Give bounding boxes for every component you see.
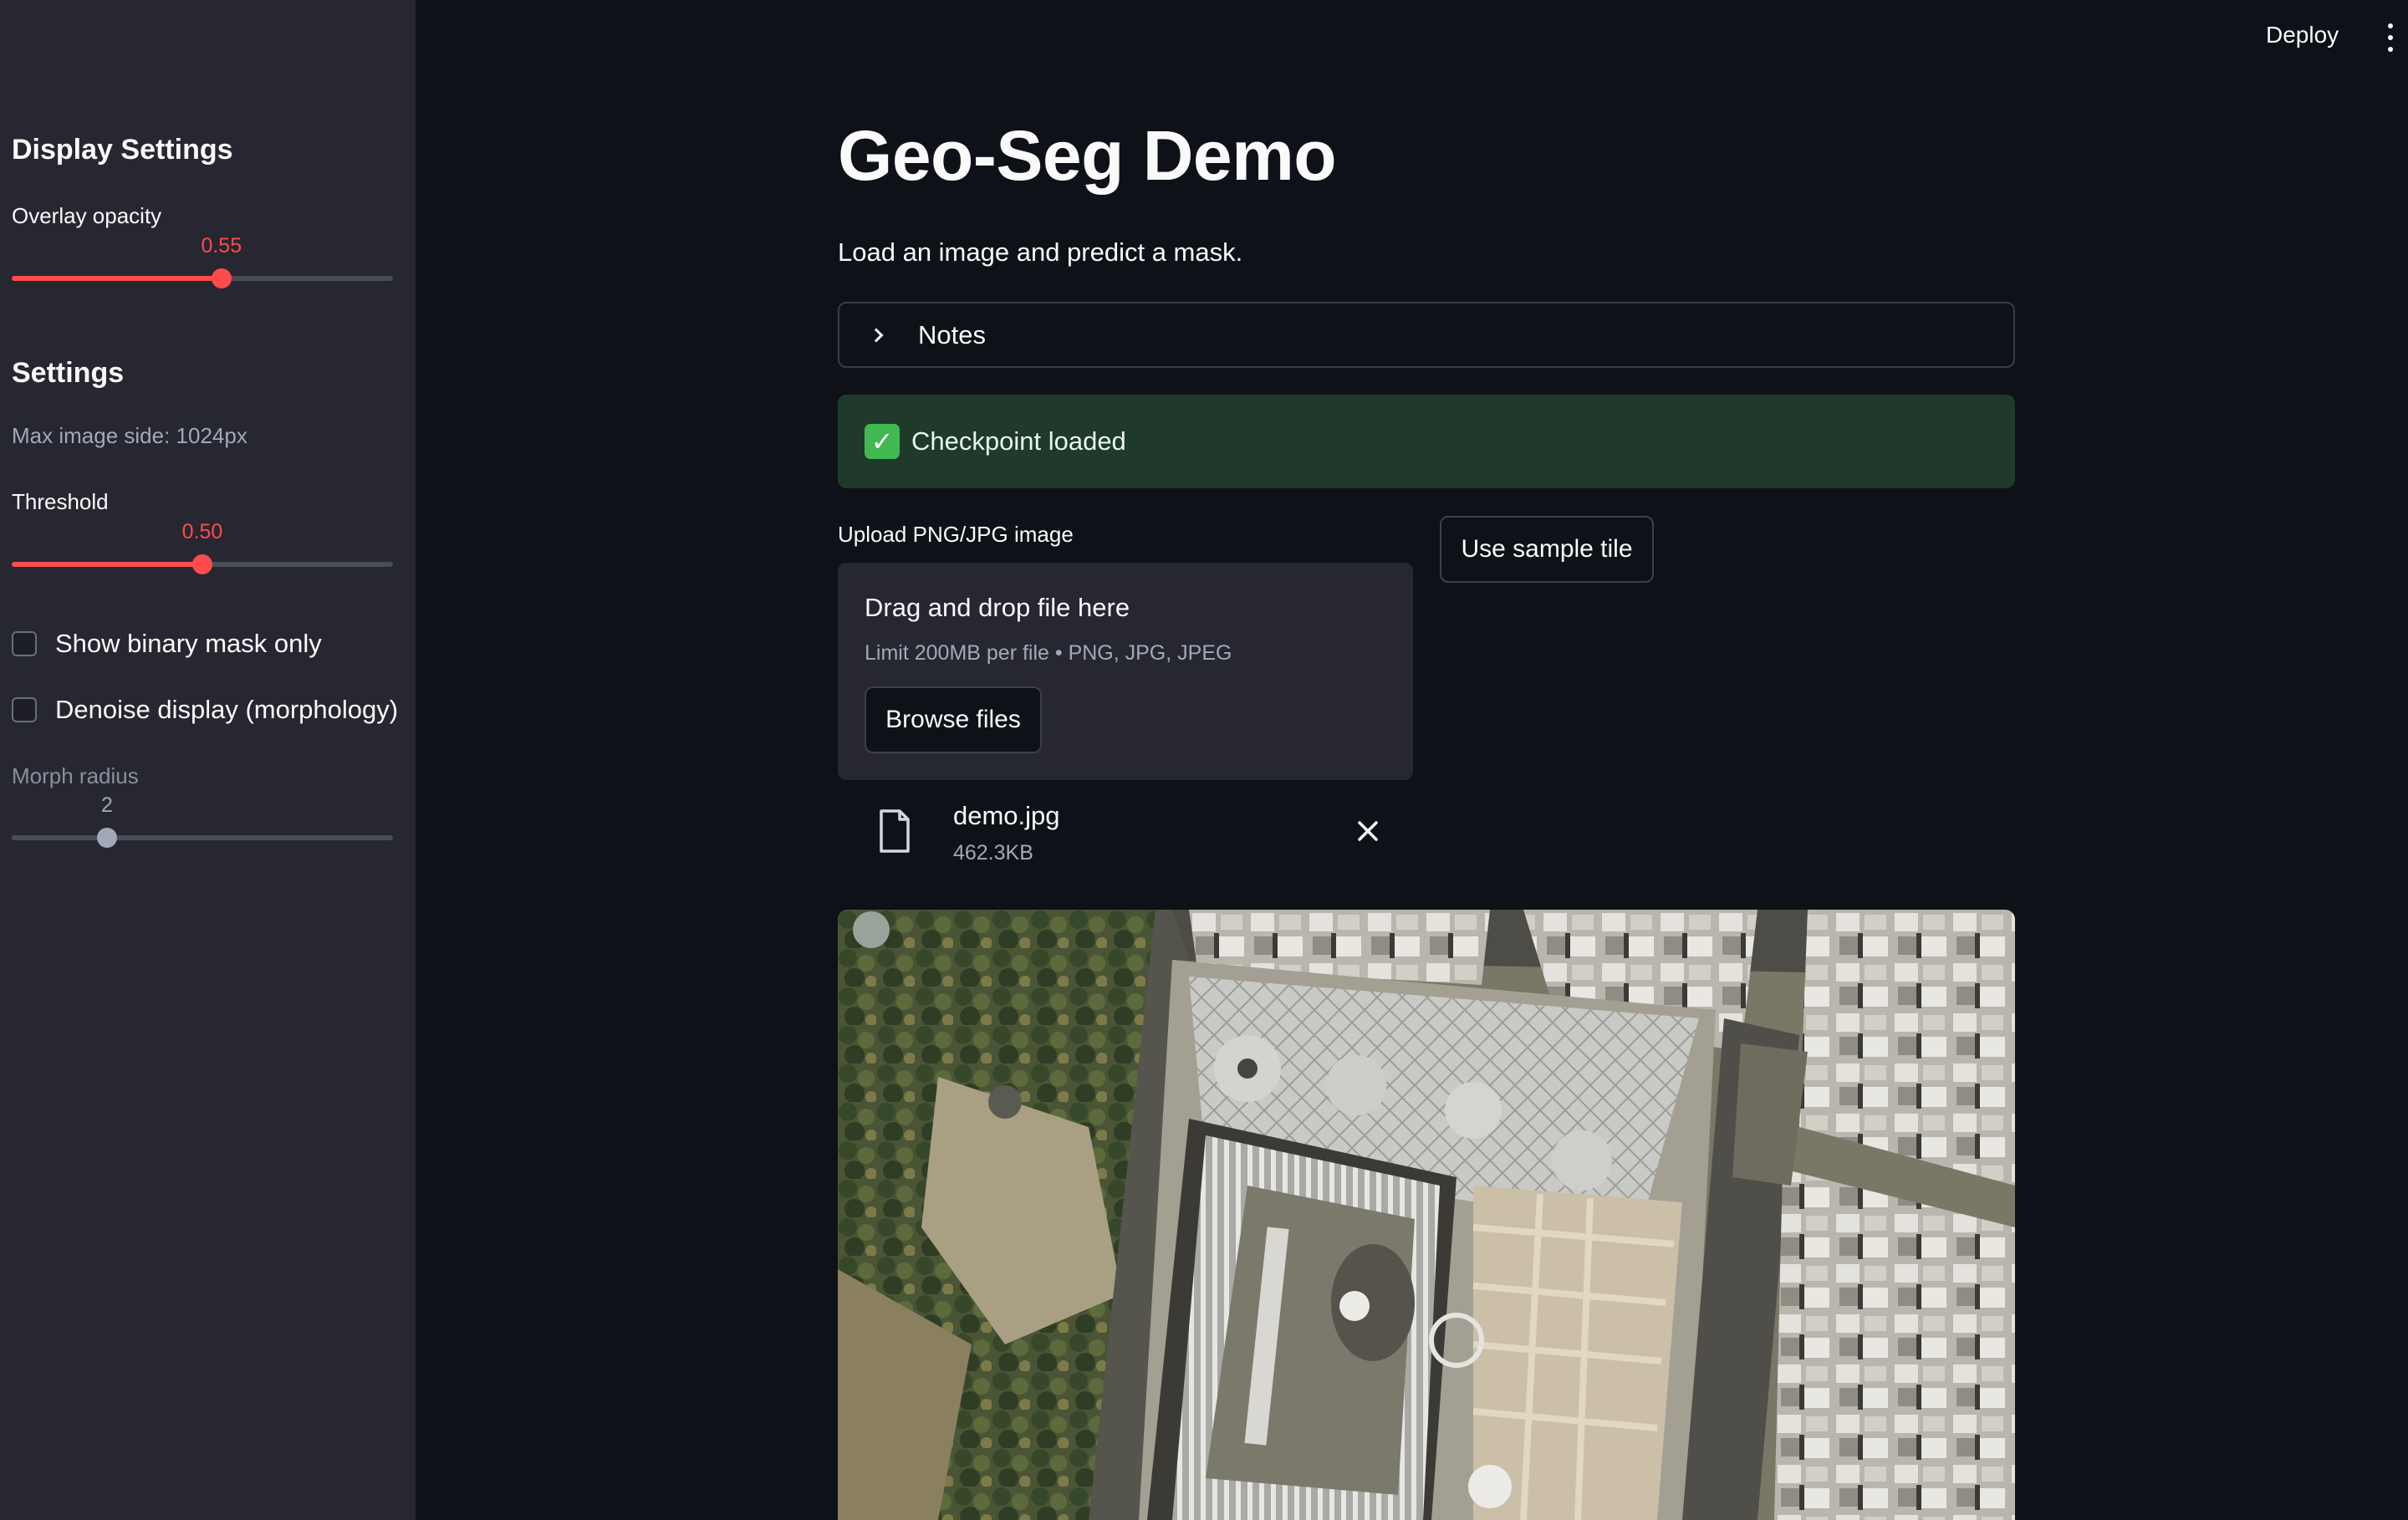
denoise-display-checkbox[interactable]: Denoise display (morphology) <box>12 693 398 727</box>
kebab-menu-icon[interactable] <box>2385 23 2396 52</box>
slider-fill <box>12 276 222 281</box>
sidebar: Display Settings Overlay opacity 0.55 Se… <box>0 0 416 1520</box>
slider-thumb[interactable] <box>192 554 212 574</box>
file-size: 462.3KB <box>953 841 1033 865</box>
display-settings-heading: Display Settings <box>12 134 233 166</box>
use-sample-tile-button[interactable]: Use sample tile <box>1440 516 1654 583</box>
slider-thumb[interactable] <box>211 268 232 288</box>
deploy-button[interactable]: Deploy <box>2266 22 2339 48</box>
aerial-image-preview <box>838 910 2015 1520</box>
success-alert: ✓ Checkpoint loaded <box>838 395 2015 488</box>
checkbox-box[interactable] <box>12 631 37 656</box>
page-title: Geo-Seg Demo <box>838 116 1337 195</box>
uploader-label: Upload PNG/JPG image <box>838 522 1074 547</box>
success-alert-text: Checkpoint loaded <box>911 426 1126 456</box>
slider-fill <box>12 562 202 567</box>
check-mark-icon: ✓ <box>865 424 900 459</box>
chevron-right-icon <box>869 328 884 342</box>
overlay-opacity-value: 0.55 <box>201 234 242 258</box>
file-icon <box>880 809 910 853</box>
slider-fill <box>12 835 107 840</box>
show-binary-mask-label: Show binary mask only <box>55 629 322 658</box>
max-image-side-text: Max image side: 1024px <box>12 423 247 448</box>
file-name: demo.jpg <box>953 801 1060 830</box>
settings-heading: Settings <box>12 357 125 389</box>
browse-files-button[interactable]: Browse files <box>865 686 1042 753</box>
aerial-photo <box>838 910 2015 1520</box>
notes-expander-label: Notes <box>918 319 986 349</box>
morph-radius-label: Morph radius <box>12 763 139 788</box>
checkbox-box[interactable] <box>12 697 37 722</box>
threshold-label: Threshold <box>12 489 109 514</box>
page-subtitle: Load an image and predict a mask. <box>838 237 1243 267</box>
show-binary-mask-checkbox[interactable]: Show binary mask only <box>12 627 322 661</box>
denoise-display-label: Denoise display (morphology) <box>55 695 399 724</box>
overlay-opacity-slider[interactable]: 0.55 <box>12 234 393 294</box>
slider-thumb[interactable] <box>97 828 117 848</box>
notes-expander[interactable]: Notes <box>838 302 2015 368</box>
close-icon[interactable] <box>1354 818 1381 844</box>
overlay-opacity-label: Overlay opacity <box>12 203 162 228</box>
file-dropzone[interactable]: Drag and drop file here Limit 200MB per … <box>838 563 1413 780</box>
morph-radius-slider[interactable]: 2 <box>12 793 393 854</box>
threshold-value: 0.50 <box>181 520 223 543</box>
dropzone-title: Drag and drop file here <box>865 593 1130 622</box>
morph-radius-value: 2 <box>101 793 113 817</box>
dropzone-limit-text: Limit 200MB per file • PNG, JPG, JPEG <box>865 641 1232 665</box>
threshold-slider[interactable]: 0.50 <box>12 520 393 580</box>
uploaded-file-row: demo.jpg 462.3KB <box>838 796 1413 871</box>
